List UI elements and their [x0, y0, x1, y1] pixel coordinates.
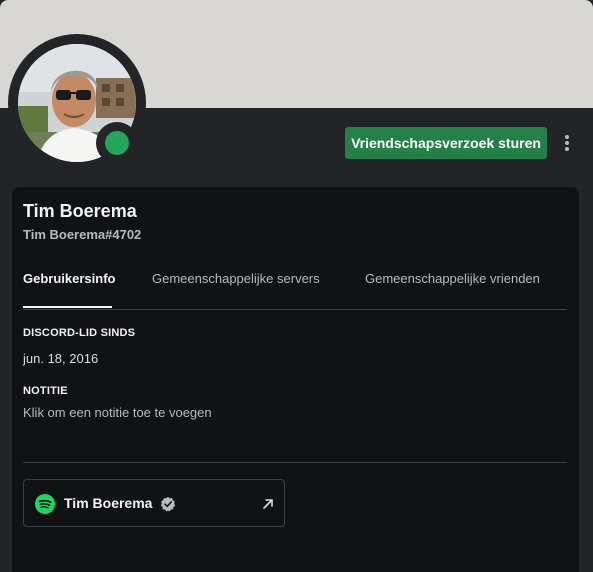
profile-card: Tim Boerema Tim Boerema#4702 Gebruikersi… — [12, 187, 579, 572]
member-since-date: jun. 18, 2016 — [23, 351, 99, 366]
note-input[interactable]: Klik om een notitie toe te voegen — [23, 405, 553, 420]
divider — [23, 462, 567, 463]
more-dot — [565, 147, 569, 151]
connection-name: Tim Boerema — [64, 495, 153, 511]
member-since-heading: DISCORD-LID SINDS — [23, 327, 136, 339]
username[interactable]: Tim Boerema#4702 — [23, 227, 141, 242]
verified-icon — [160, 496, 176, 512]
more-dot — [565, 135, 569, 139]
profile-tabs: Gebruikersinfo Gemeenschappelijke server… — [23, 261, 567, 310]
more-vertical-icon[interactable] — [558, 132, 576, 154]
send-friend-request-button[interactable]: Vriendschapsverzoek sturen — [345, 127, 547, 159]
tab-mutual-servers[interactable]: Gemeenschappelijke servers — [152, 271, 320, 286]
display-name: Tim Boerema — [23, 201, 137, 221]
tab-mutual-friends[interactable]: Gemeenschappelijke vrienden — [365, 271, 540, 286]
external-link-icon[interactable] — [261, 497, 275, 511]
tab-user-info[interactable]: Gebruikersinfo — [23, 271, 115, 286]
active-tab-indicator — [23, 306, 112, 308]
note-heading: NOTITIE — [23, 385, 68, 397]
spotify-icon — [35, 494, 55, 514]
online-status-icon — [105, 131, 129, 155]
spotify-connection[interactable]: Tim Boerema — [23, 479, 285, 527]
more-dot — [565, 141, 569, 145]
